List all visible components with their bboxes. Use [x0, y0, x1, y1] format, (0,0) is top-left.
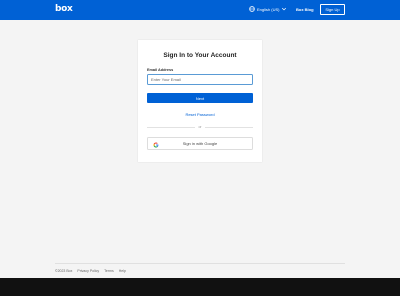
google-sign-in-button[interactable]: Sign in with Google	[147, 137, 253, 150]
email-label: Email Address	[147, 67, 174, 72]
box-logo[interactable]: box	[55, 4, 73, 14]
sign-up-button[interactable]: Sign Up	[320, 4, 345, 15]
bottom-bar	[0, 278, 400, 296]
box-blog-link[interactable]: Box Blog	[296, 7, 314, 12]
reset-password-link[interactable]: Reset Password	[138, 112, 262, 117]
footer-links: ©2023 Box Privacy Policy Terms Help	[55, 269, 126, 273]
google-sign-in-label: Sign in with Google	[182, 141, 218, 146]
footer-terms-link[interactable]: Terms	[104, 269, 114, 273]
footer-divider	[55, 263, 345, 264]
top-navigation-bar: box English (US) Box Blog Sign Up	[0, 0, 400, 20]
globe-icon	[249, 6, 255, 13]
next-button[interactable]: Next	[147, 93, 253, 103]
footer-copyright: ©2023 Box	[55, 269, 73, 273]
language-label: English (US)	[257, 7, 280, 12]
email-input[interactable]: Enter Your Email	[147, 74, 253, 85]
footer-help-link[interactable]: Help	[119, 269, 126, 273]
chevron-down-icon	[281, 6, 287, 13]
language-selector[interactable]: English (US)	[249, 6, 287, 13]
divider-right	[205, 127, 253, 128]
sign-in-title: Sign In to Your Account	[163, 52, 237, 59]
footer-privacy-link[interactable]: Privacy Policy	[77, 269, 99, 273]
google-icon	[153, 141, 159, 148]
sign-in-card: Sign In to Your Account Email Address En…	[138, 40, 262, 162]
